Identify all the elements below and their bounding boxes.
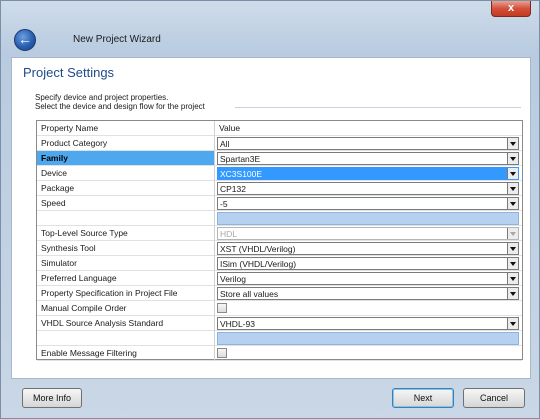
property-value-cell: -5 xyxy=(215,196,522,211)
property-value-cell: HDL xyxy=(215,226,522,241)
grid-row-top-level-source-type: Top-Level Source Type HDL xyxy=(37,226,522,241)
property-specification-dropdown[interactable]: Store all values xyxy=(217,287,519,300)
grid-row-package: Package CP132 xyxy=(37,181,522,196)
property-value-cell: Store all values xyxy=(215,286,522,301)
grid-header-row: Property Name Value xyxy=(37,121,522,136)
property-grid: Property Name Value Product Category All… xyxy=(36,120,523,361)
chevron-down-icon[interactable] xyxy=(507,318,518,329)
grid-row-property-specification: Property Specification in Project File S… xyxy=(37,286,522,301)
property-name: Synthesis Tool xyxy=(37,241,215,256)
property-name: Top-Level Source Type xyxy=(37,226,215,241)
property-value-cell: Verilog xyxy=(215,271,522,286)
dropdown-value: XST (VHDL/Verilog) xyxy=(220,244,296,254)
property-value-cell xyxy=(215,301,522,316)
product-category-dropdown[interactable]: All xyxy=(217,137,519,150)
simulator-dropdown[interactable]: ISim (VHDL/Verilog) xyxy=(217,257,519,270)
column-header-property-name: Property Name xyxy=(37,121,215,136)
dropdown-value: -5 xyxy=(220,199,228,209)
property-name: Device xyxy=(37,166,215,181)
dropdown-value: HDL xyxy=(220,229,238,239)
dropdown-value: Store all values xyxy=(220,289,279,299)
property-value-cell: XST (VHDL/Verilog) xyxy=(215,241,522,256)
property-value-cell xyxy=(215,211,522,226)
grid-row-manual-compile-order: Manual Compile Order xyxy=(37,301,522,316)
page-title: Project Settings xyxy=(23,65,115,80)
grid-row-vhdl-source-analysis-standard: VHDL Source Analysis Standard VHDL-93 xyxy=(37,316,522,331)
grid-row-product-category: Product Category All xyxy=(37,136,522,151)
grid-row-enable-message-filtering: Enable Message Filtering xyxy=(37,346,522,361)
property-name: Package xyxy=(37,181,215,196)
property-name: Preferred Language xyxy=(37,271,215,286)
dropdown-value: Verilog xyxy=(220,274,246,284)
cancel-button[interactable]: Cancel xyxy=(463,388,525,408)
chevron-down-icon[interactable] xyxy=(507,258,518,269)
empty-value-field xyxy=(217,212,519,225)
property-value-cell xyxy=(215,346,522,361)
property-name: Property Specification in Project File xyxy=(37,286,215,301)
property-value-cell: ISim (VHDL/Verilog) xyxy=(215,256,522,271)
grid-row-simulator: Simulator ISim (VHDL/Verilog) xyxy=(37,256,522,271)
window-title: New Project Wizard xyxy=(73,34,161,45)
chevron-down-icon xyxy=(507,228,518,239)
grid-row-blank xyxy=(37,331,522,346)
chevron-down-icon[interactable] xyxy=(507,198,518,209)
dropdown-value: ISim (VHDL/Verilog) xyxy=(220,259,297,269)
grid-row-preferred-language: Preferred Language Verilog xyxy=(37,271,522,286)
property-name: Product Category xyxy=(37,136,215,151)
property-value-cell: All xyxy=(215,136,522,151)
property-value-cell: VHDL-93 xyxy=(215,316,522,331)
next-button[interactable]: Next xyxy=(392,388,454,408)
family-dropdown[interactable]: Spartan3E xyxy=(217,152,519,165)
dropdown-value: XC3S100E xyxy=(220,169,263,179)
manual-compile-order-checkbox[interactable] xyxy=(217,303,227,313)
property-value-cell: Spartan3E xyxy=(215,151,522,166)
speed-dropdown[interactable]: -5 xyxy=(217,197,519,210)
empty-value-field xyxy=(217,332,519,345)
enable-message-filtering-checkbox[interactable] xyxy=(217,348,227,358)
package-dropdown[interactable]: CP132 xyxy=(217,182,519,195)
chevron-down-icon[interactable] xyxy=(507,288,518,299)
synthesis-tool-dropdown[interactable]: XST (VHDL/Verilog) xyxy=(217,242,519,255)
wizard-window: x ← New Project Wizard Project Settings … xyxy=(0,0,540,419)
top-level-source-type-dropdown: HDL xyxy=(217,227,519,240)
page-description-line-2: Select the device and design flow for th… xyxy=(35,102,205,111)
grid-row-synthesis-tool: Synthesis Tool XST (VHDL/Verilog) xyxy=(37,241,522,256)
column-header-value: Value xyxy=(215,121,522,136)
dropdown-value: All xyxy=(220,139,230,149)
chevron-down-icon[interactable] xyxy=(507,168,518,179)
vhdl-standard-dropdown[interactable]: VHDL-93 xyxy=(217,317,519,330)
divider xyxy=(235,107,521,108)
chevron-down-icon[interactable] xyxy=(507,183,518,194)
grid-row-speed: Speed -5 xyxy=(37,196,522,211)
grid-row-device: Device XC3S100E xyxy=(37,166,522,181)
dropdown-value: CP132 xyxy=(220,184,246,194)
property-name xyxy=(37,211,215,226)
preferred-language-dropdown[interactable]: Verilog xyxy=(217,272,519,285)
grid-row-blank xyxy=(37,211,522,226)
property-name: Enable Message Filtering xyxy=(37,346,215,361)
chevron-down-icon[interactable] xyxy=(507,273,518,284)
chevron-down-icon[interactable] xyxy=(507,243,518,254)
device-dropdown[interactable]: XC3S100E xyxy=(217,167,519,180)
property-name: VHDL Source Analysis Standard xyxy=(37,316,215,331)
close-button[interactable]: x xyxy=(491,1,531,17)
property-value-cell xyxy=(215,331,522,346)
property-name xyxy=(37,331,215,346)
more-info-button[interactable]: More Info xyxy=(22,388,82,408)
property-name: Speed xyxy=(37,196,215,211)
property-name: Manual Compile Order xyxy=(37,301,215,316)
dropdown-value: Spartan3E xyxy=(220,154,261,164)
property-value-cell: XC3S100E xyxy=(215,166,522,181)
back-arrow-icon[interactable]: ← xyxy=(14,29,36,51)
dropdown-value: VHDL-93 xyxy=(220,319,255,329)
grid-row-family: Family Spartan3E xyxy=(37,151,522,166)
chevron-down-icon[interactable] xyxy=(507,138,518,149)
property-value-cell: CP132 xyxy=(215,181,522,196)
property-name: Simulator xyxy=(37,256,215,271)
chevron-down-icon[interactable] xyxy=(507,153,518,164)
page-description-line-1: Specify device and project properties. xyxy=(35,93,169,102)
column-header-value-label: Value xyxy=(219,123,241,133)
property-name: Family xyxy=(37,151,215,166)
